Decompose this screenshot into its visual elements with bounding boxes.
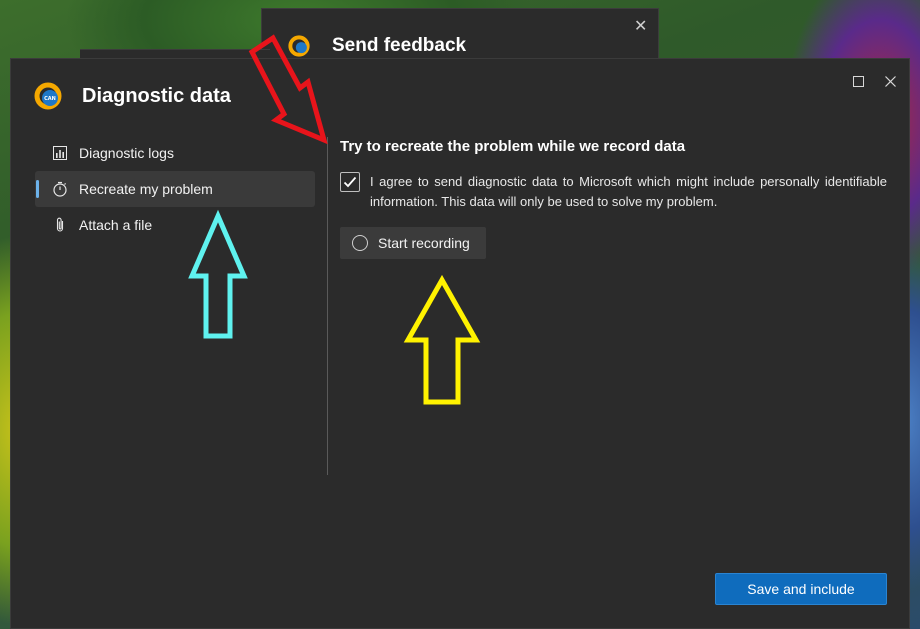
sidebar-item-label: Attach a file [79,217,153,233]
record-circle-icon [352,235,368,251]
start-recording-label: Start recording [378,235,470,251]
cyan-arrow-annotation [188,209,248,339]
save-and-include-label: Save and include [747,581,855,597]
checkmark-icon [343,176,357,188]
sidebar-item-attach-a-file[interactable]: Attach a file [35,207,315,243]
section-title: Try to recreate the problem while we rec… [340,138,686,155]
close-icon[interactable]: ✕ [634,19,647,35]
close-icon [884,75,896,87]
sidebar-item-recreate-my-problem[interactable]: Recreate my problem [35,171,315,207]
sidebar-item-label: Recreate my problem [79,181,213,197]
dialog-title: Diagnostic data [82,85,231,107]
consent-text: I agree to send diagnostic data to Micro… [370,174,887,209]
svg-text:CAN: CAN [44,96,56,102]
consent-checkbox[interactable] [340,172,360,192]
close-button[interactable] [878,69,902,93]
maximize-icon [852,75,864,87]
maximize-button[interactable] [846,69,870,93]
vertical-divider [327,137,328,475]
red-arrow-annotation [248,34,328,145]
yellow-arrow-annotation [403,274,481,405]
app-logo-icon: CAN [34,82,62,110]
stopwatch-icon [52,181,68,197]
bar-chart-icon [52,145,68,161]
send-feedback-title: Send feedback [332,35,467,56]
save-and-include-button[interactable]: Save and include [715,573,887,605]
start-recording-button[interactable]: Start recording [340,227,486,259]
paperclip-icon [52,217,68,233]
sidebar-item-label: Diagnostic logs [79,145,174,161]
